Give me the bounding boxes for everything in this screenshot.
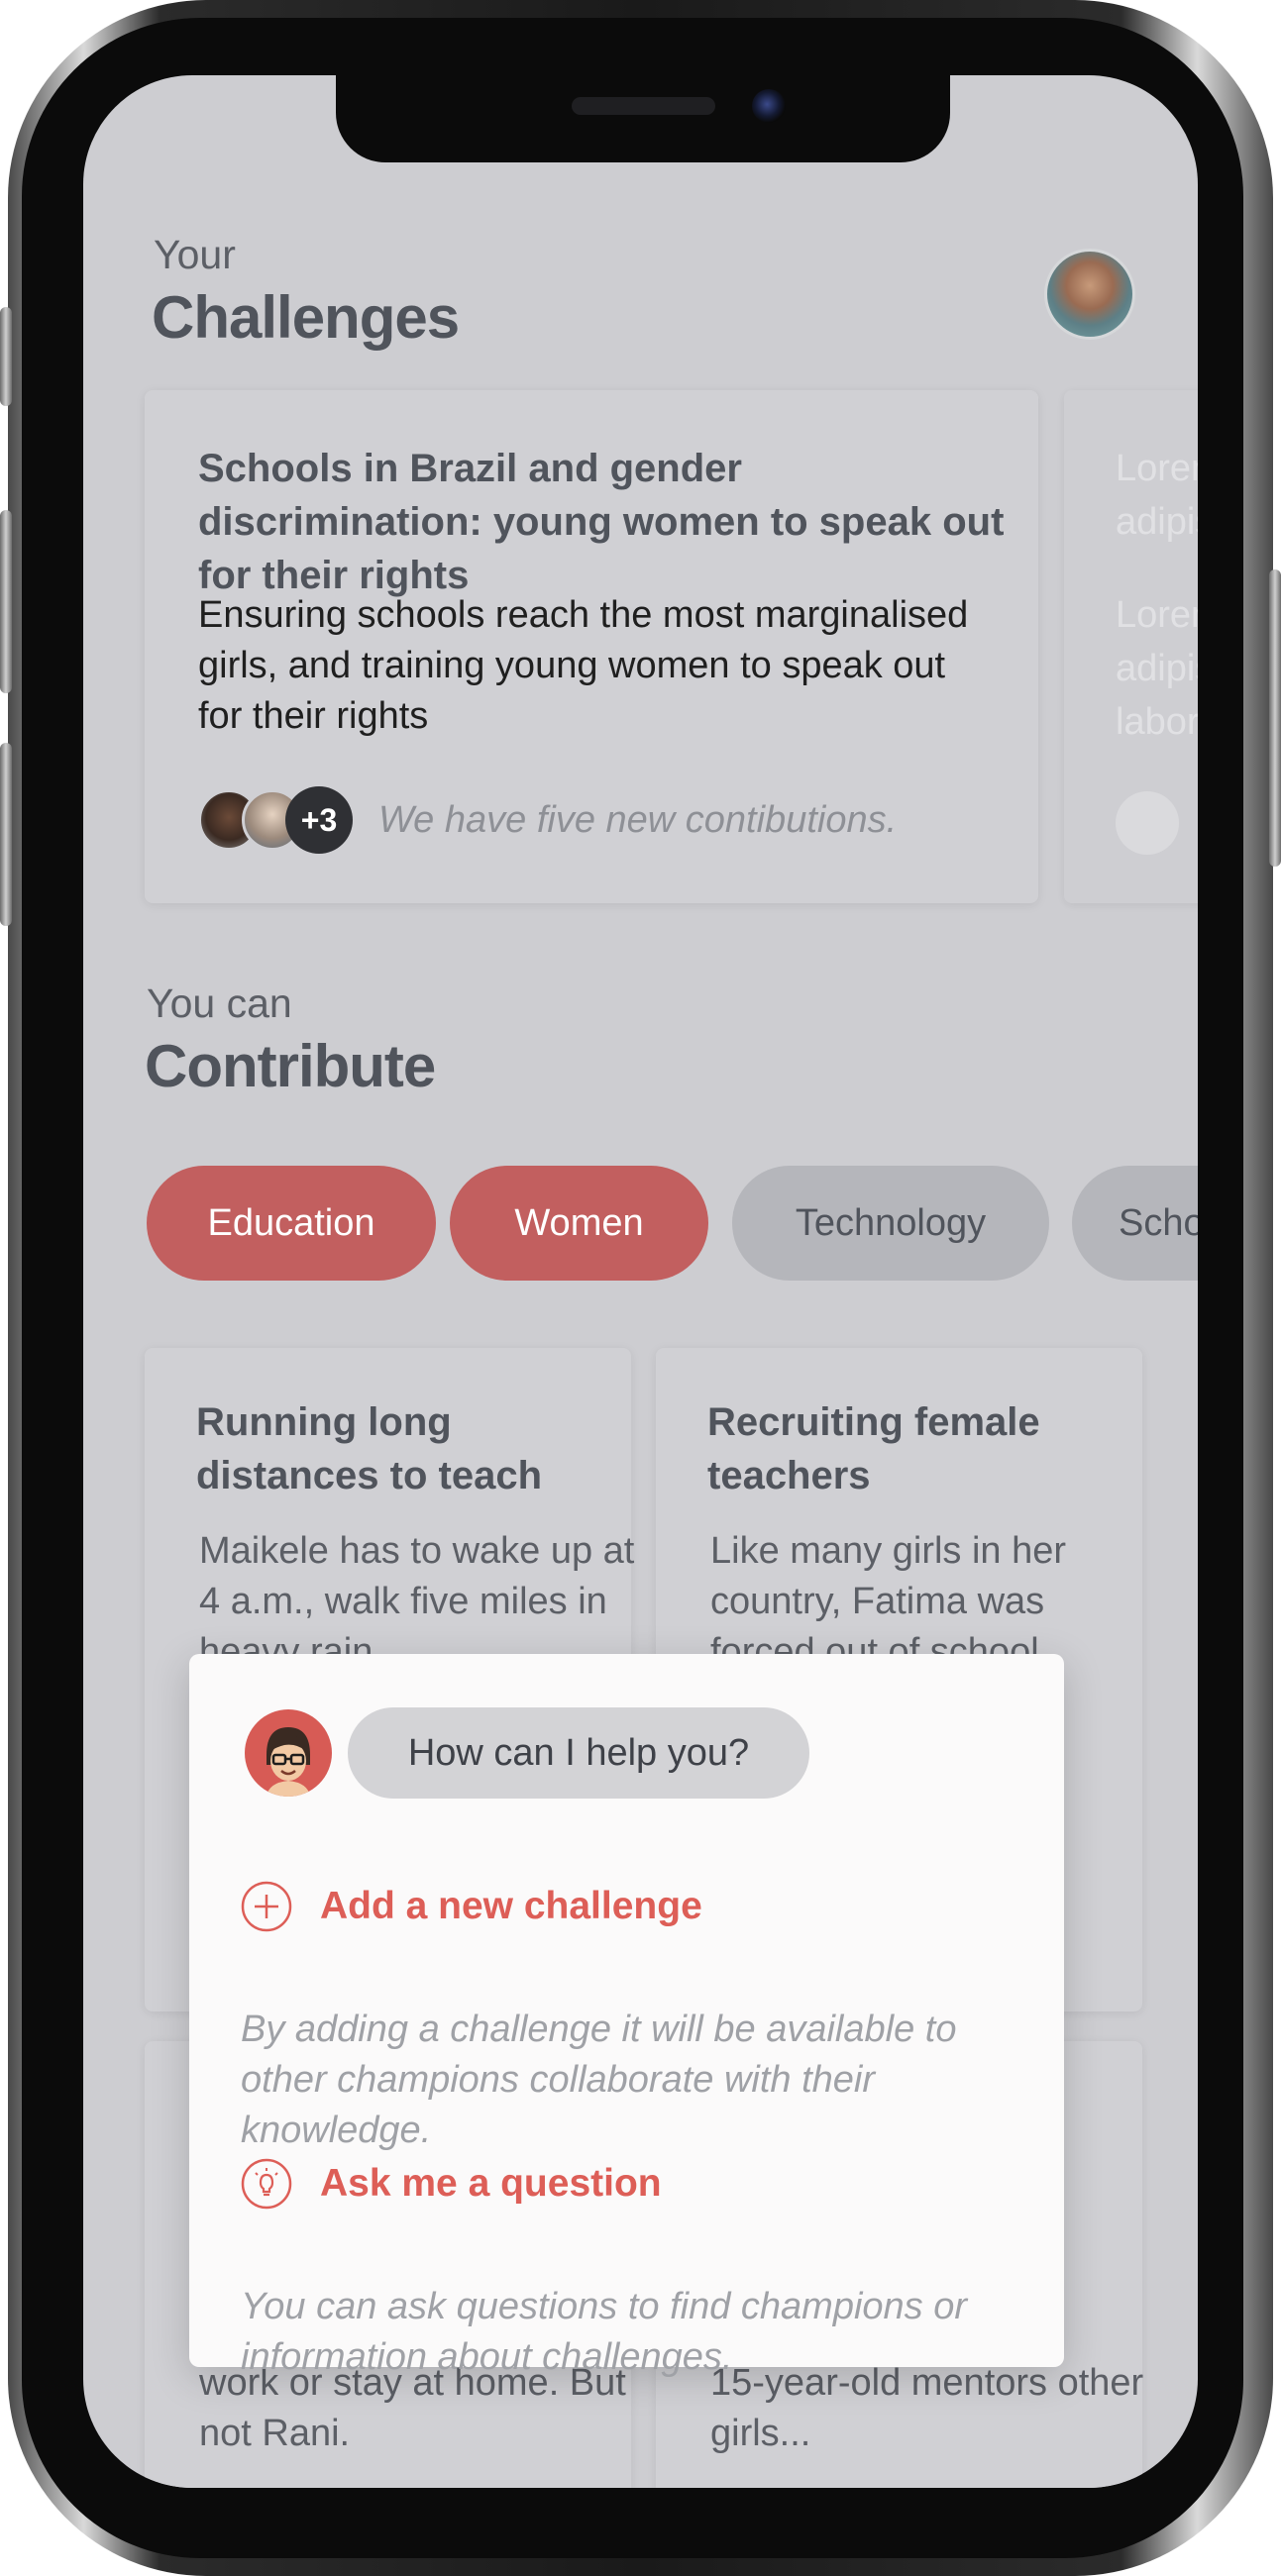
challenge-card[interactable]: Schools in Brazil and gender discriminat… xyxy=(145,390,1038,903)
challenge-card-next[interactable]: Lorem ipsum dolor sit amet, consectetur … xyxy=(1064,390,1198,903)
contribute-title: Contribute xyxy=(145,1033,436,1099)
ask-question-description: You can ask questions to find champions … xyxy=(241,2286,968,2378)
chip-technology[interactable]: Technology xyxy=(732,1166,1049,1281)
app-screen: Your Challenges Schools in Brazil and ge… xyxy=(83,75,1198,2488)
contributors-row[interactable]: +3 We have five new contibutions. xyxy=(198,786,897,854)
assistant-greeting-bubble: How can I help you? xyxy=(348,1707,809,1799)
add-challenge-action[interactable]: Add a new challenge xyxy=(241,1881,702,1932)
contribute-eyebrow: You can xyxy=(147,980,292,1026)
ask-question-action[interactable]: Ask me a question xyxy=(241,2158,662,2210)
challenge-title: Schools in Brazil and gender discriminat… xyxy=(198,447,1005,597)
add-challenge-description: By adding a challenge it will be availab… xyxy=(241,2009,957,2151)
add-challenge-label: Add a new challenge xyxy=(320,1885,702,1927)
assistant-avatar xyxy=(245,1709,332,1797)
notch xyxy=(336,75,950,162)
speaker-grille xyxy=(572,97,715,115)
assistant-popup: How can I help you? Add a new challenge … xyxy=(189,1654,1064,2378)
more-contributors-badge: +3 xyxy=(285,786,353,854)
page-title: Challenges xyxy=(152,284,460,351)
challenge-next-body: Lorem ipsum dolor sit amet, consectetur … xyxy=(1116,594,1198,743)
lightbulb-icon xyxy=(241,2158,292,2210)
story-title: Running long distances to teach xyxy=(196,1400,543,1497)
plus-circle-icon xyxy=(241,1881,292,1932)
user-avatar[interactable] xyxy=(1044,249,1135,340)
chip-women[interactable]: Women xyxy=(450,1166,708,1281)
challenge-description: Ensuring schools reach the most marginal… xyxy=(198,594,969,737)
power-button xyxy=(1269,569,1281,867)
chip-schools[interactable]: Schools xyxy=(1072,1166,1198,1281)
volume-up-button xyxy=(0,510,12,693)
challenges-eyebrow: Your xyxy=(154,232,236,277)
volume-down-button xyxy=(0,743,12,926)
contributor-avatar xyxy=(1116,791,1179,855)
ask-question-label: Ask me a question xyxy=(320,2162,662,2205)
chip-education[interactable]: Education xyxy=(147,1166,436,1281)
challenge-next-title: Lorem ipsum dolor sit amet, consectetur … xyxy=(1116,448,1198,543)
story-title: Recruiting female teachers xyxy=(707,1400,1040,1497)
contributions-note: We have five new contibutions. xyxy=(378,798,898,841)
front-camera xyxy=(752,89,786,123)
silent-switch xyxy=(0,307,12,406)
